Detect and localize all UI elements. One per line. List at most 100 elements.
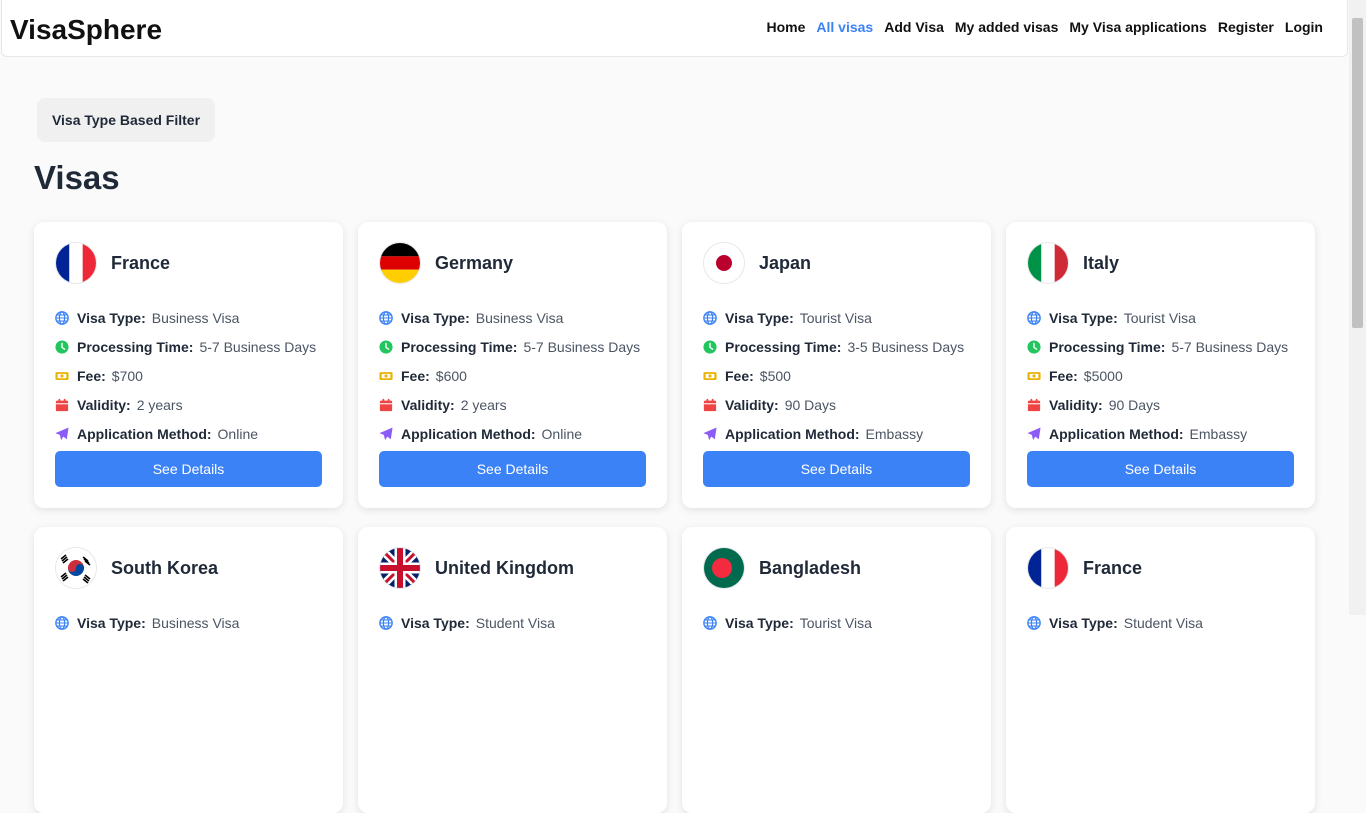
visa-type-row: Visa Type: Tourist Visa (1027, 303, 1288, 332)
card-details: Visa Type: Tourist Visa Processing Time:… (703, 303, 964, 448)
globe-icon (1027, 310, 1041, 325)
visa-card: France Visa Type: Student Visa (1006, 527, 1315, 813)
fee-label: Fee: (401, 367, 430, 384)
application-method-label: Application Method: (401, 425, 536, 442)
visa-type-value: Business Visa (151, 309, 240, 326)
visa-type-label: Visa Type: (77, 309, 146, 326)
ticket-icon (55, 369, 69, 383)
page-scrollbar[interactable] (1349, 0, 1366, 615)
validity-value: 90 Days (1108, 396, 1161, 413)
brand-logo[interactable]: VisaSphere (10, 14, 162, 46)
paper-plane-icon (379, 426, 393, 441)
nav-link-add-visa[interactable]: Add Visa (884, 19, 944, 35)
card-header: Italy (1027, 242, 1119, 284)
visa-type-value: Business Visa (475, 309, 564, 326)
fee-value: $500 (759, 367, 791, 384)
nav-link-my-added-visas[interactable]: My added visas (955, 19, 1059, 35)
application-method-label: Application Method: (725, 425, 860, 442)
card-header: Germany (379, 242, 513, 284)
validity-row: Validity: 90 Days (703, 390, 964, 419)
visa-type-label: Visa Type: (725, 614, 794, 631)
card-header: France (55, 242, 170, 284)
processing-time-label: Processing Time: (725, 338, 842, 355)
processing-time-row: Processing Time: 3-5 Business Days (703, 332, 964, 361)
validity-label: Validity: (1049, 396, 1103, 413)
paper-plane-icon (1027, 426, 1041, 441)
card-details: Visa Type: Tourist Visa Processing Time:… (1027, 303, 1288, 448)
france-flag (1027, 547, 1069, 589)
application-method-row: Application Method: Embassy (1027, 419, 1288, 448)
visa-type-label: Visa Type: (77, 614, 146, 631)
see-details-button[interactable]: See Details (379, 451, 646, 487)
processing-time-value: 5-7 Business Days (1171, 338, 1289, 355)
processing-time-value: 5-7 Business Days (199, 338, 317, 355)
validity-value: 90 Days (784, 396, 837, 413)
application-method-value: Embassy (865, 425, 924, 442)
calendar-icon (55, 398, 69, 412)
visa-card: Bangladesh Visa Type: Tourist Visa (682, 527, 991, 813)
nav-links: Home All visas Add Visa My added visas M… (767, 19, 1324, 35)
visa-type-value: Student Visa (475, 614, 555, 631)
card-details: Visa Type: Business Visa Processing Time… (55, 303, 316, 448)
visa-type-value: Tourist Visa (799, 614, 872, 631)
application-method-row: Application Method: Embassy (703, 419, 964, 448)
globe-icon (55, 310, 69, 325)
bangladesh-flag (703, 547, 745, 589)
visa-type-row: Visa Type: Student Visa (379, 608, 555, 637)
ticket-icon (703, 369, 717, 383)
card-header: France (1027, 547, 1142, 589)
nav-link-my-visa-applications[interactable]: My Visa applications (1069, 19, 1206, 35)
card-details: Visa Type: Tourist Visa (703, 608, 872, 637)
visa-type-row: Visa Type: Tourist Visa (703, 303, 964, 332)
globe-icon (55, 615, 69, 630)
fee-row: Fee: $5000 (1027, 361, 1288, 390)
fee-value: $700 (111, 367, 143, 384)
visa-card: Italy Visa Type: Tourist Visa Processing… (1006, 222, 1315, 508)
see-details-button[interactable]: See Details (1027, 451, 1294, 487)
fee-value: $600 (435, 367, 467, 384)
validity-label: Validity: (401, 396, 455, 413)
calendar-icon (1027, 398, 1041, 412)
visa-type-row: Visa Type: Student Visa (1027, 608, 1203, 637)
visa-type-label: Visa Type: (1049, 614, 1118, 631)
ticket-icon (1027, 369, 1041, 383)
visa-type-filter-button[interactable]: Visa Type Based Filter (37, 98, 215, 142)
germany-flag (379, 242, 421, 284)
scrollbar-thumb[interactable] (1352, 18, 1363, 328)
processing-time-value: 5-7 Business Days (523, 338, 641, 355)
nav-link-register[interactable]: Register (1218, 19, 1274, 35)
see-details-button[interactable]: See Details (55, 451, 322, 487)
nav-link-all-visas[interactable]: All visas (816, 19, 873, 35)
fee-row: Fee: $500 (703, 361, 964, 390)
visa-card: Germany Visa Type: Business Visa Process… (358, 222, 667, 508)
card-details: Visa Type: Student Visa (379, 608, 555, 637)
clock-icon (703, 339, 717, 354)
country-name: Japan (759, 252, 812, 273)
nav-link-login[interactable]: Login (1285, 19, 1323, 35)
application-method-value: Embassy (1189, 425, 1248, 442)
visa-card: South Korea Visa Type: Business Visa (34, 527, 343, 813)
japan-flag (703, 242, 745, 284)
globe-icon (379, 615, 393, 630)
card-header: United Kingdom (379, 547, 574, 589)
application-method-label: Application Method: (77, 425, 212, 442)
calendar-icon (703, 398, 717, 412)
application-method-row: Application Method: Online (379, 419, 640, 448)
visa-card: United Kingdom Visa Type: Student Visa (358, 527, 667, 813)
globe-icon (379, 310, 393, 325)
clock-icon (1027, 339, 1041, 354)
see-details-button[interactable]: See Details (703, 451, 970, 487)
processing-time-label: Processing Time: (77, 338, 194, 355)
globe-icon (703, 310, 717, 325)
processing-time-label: Processing Time: (401, 338, 518, 355)
card-header: Japan (703, 242, 811, 284)
visa-type-row: Visa Type: Tourist Visa (703, 608, 872, 637)
card-details: Visa Type: Business Visa (55, 608, 239, 637)
validity-value: 2 years (136, 396, 183, 413)
application-method-row: Application Method: Online (55, 419, 316, 448)
validity-row: Validity: 2 years (379, 390, 640, 419)
visa-type-label: Visa Type: (725, 309, 794, 326)
nav-link-home[interactable]: Home (767, 19, 806, 35)
navbar: VisaSphere Home All visas Add Visa My ad… (1, 0, 1348, 57)
visa-type-row: Visa Type: Business Visa (379, 303, 640, 332)
